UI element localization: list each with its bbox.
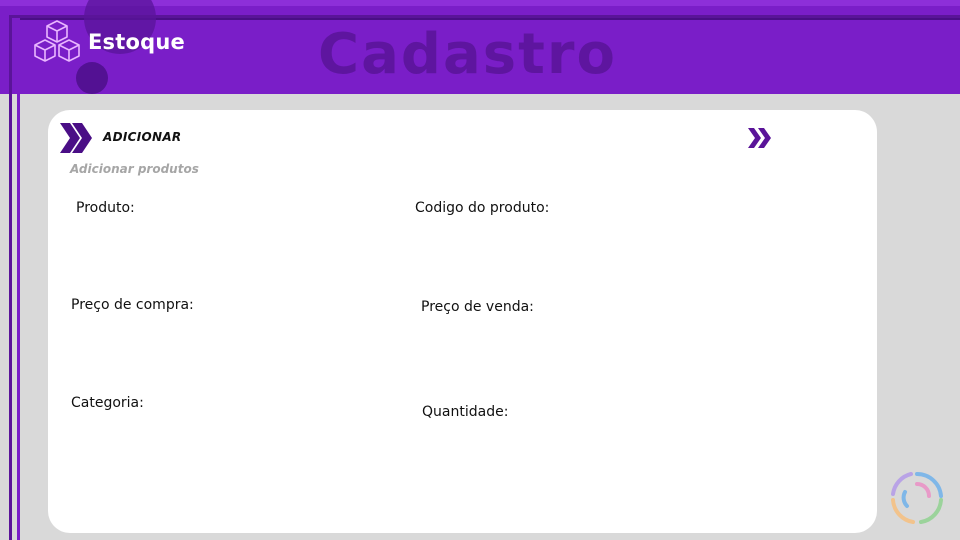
loading-ring-icon <box>891 471 943 524</box>
double-chevron-right-icon <box>60 123 92 153</box>
section-title: ADICIONAR <box>103 130 182 144</box>
frame-line <box>9 15 12 540</box>
decorative-circle <box>76 62 108 94</box>
section-subtitle: Adicionar produtos <box>70 162 199 176</box>
page-title: Cadastro <box>318 22 617 87</box>
double-chevron-right-icon[interactable] <box>746 126 774 150</box>
product-name-label: Produto: <box>76 200 135 216</box>
frame-line <box>9 15 960 18</box>
quantity-label: Quantidade: <box>422 404 509 420</box>
product-code-label: Codigo do produto: <box>415 200 550 216</box>
add-product-card: ADICIONAR Adicionar produtos Produto: Co… <box>48 110 877 533</box>
frame-line <box>17 22 20 540</box>
brand-title: Estoque <box>88 30 185 54</box>
sale-price-label: Preço de venda: <box>421 299 534 315</box>
category-label: Categoria: <box>71 395 144 411</box>
boxes-icon <box>34 20 80 62</box>
purchase-price-label: Preço de compra: <box>71 297 194 313</box>
